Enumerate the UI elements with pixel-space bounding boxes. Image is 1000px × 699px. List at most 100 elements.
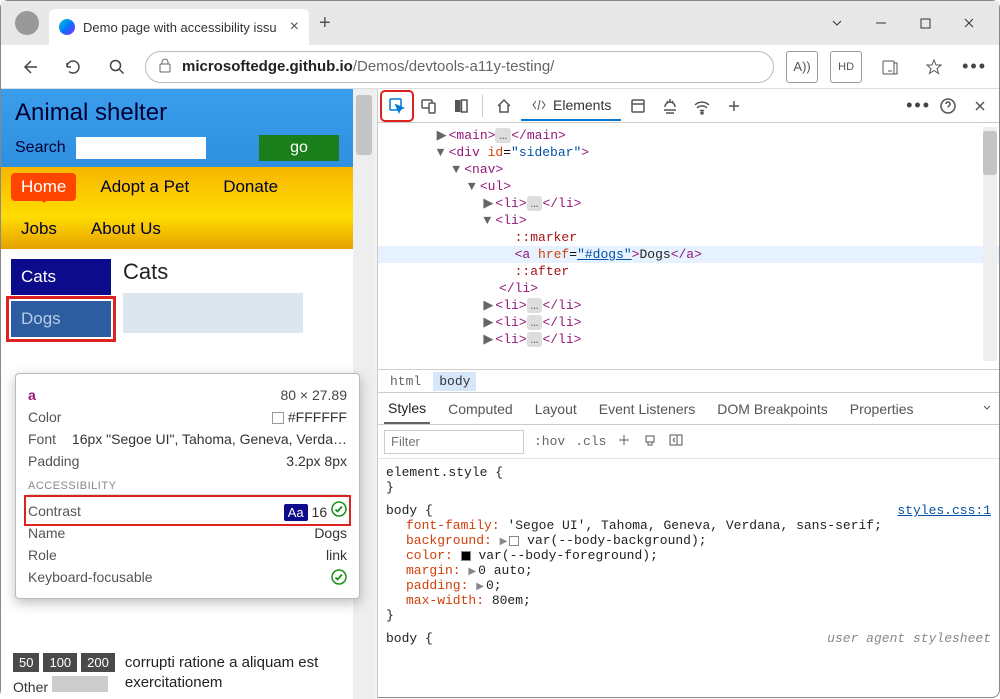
- refresh-button[interactable]: [57, 51, 89, 83]
- tooltip-section: ACCESSIBILITY: [28, 480, 347, 495]
- tooltip-role-value: link: [326, 547, 347, 563]
- chip-100[interactable]: 100: [43, 653, 77, 672]
- cls-toggle[interactable]: .cls: [575, 434, 606, 449]
- tooltip-font-value: 16px "Segoe UI", Tahoma, Geneva, Verda…: [72, 431, 347, 447]
- settings-menu-icon[interactable]: •••: [962, 56, 987, 77]
- styles-tabs: Styles Computed Layout Event Listeners D…: [378, 393, 999, 425]
- welcome-button[interactable]: [446, 92, 476, 120]
- breadcrumb: html body: [378, 369, 999, 393]
- close-tab-icon[interactable]: ×: [290, 18, 299, 36]
- crumb-html[interactable]: html: [384, 372, 427, 391]
- tooltip-font-label: Font: [28, 431, 56, 447]
- sidebar-nav: Cats Dogs: [11, 259, 111, 343]
- devtools-toolbar: Elements •••: [378, 89, 999, 123]
- tooltip-color-value: #FFFFFF: [272, 409, 347, 425]
- lorem-text: corrupti ratione a aliquam est exercitat…: [125, 653, 365, 692]
- window-titlebar: Demo page with accessibility issu × +: [1, 1, 999, 45]
- brush-icon[interactable]: [642, 432, 658, 451]
- tooltip-color-label: Color: [28, 409, 61, 425]
- tab-event-listeners[interactable]: Event Listeners: [595, 395, 700, 423]
- search-icon[interactable]: [101, 51, 133, 83]
- window-maximize-icon[interactable]: [903, 8, 947, 38]
- close-devtools-icon[interactable]: [965, 92, 995, 120]
- nav-home[interactable]: Home: [11, 173, 76, 201]
- window-minimize-icon[interactable]: [859, 8, 903, 38]
- crumb-body[interactable]: body: [433, 372, 476, 391]
- chip-200[interactable]: 200: [81, 653, 115, 672]
- sources-icon[interactable]: [655, 92, 685, 120]
- favorite-icon[interactable]: [918, 51, 950, 83]
- tab-dom-breakpoints[interactable]: DOM Breakpoints: [713, 395, 831, 423]
- window-close-icon[interactable]: [947, 8, 991, 38]
- hero-banner: Animal shelter Search go: [1, 89, 353, 167]
- tooltip-padding-value: 3.2px 8px: [286, 453, 347, 469]
- tooltip-name-label: Name: [28, 525, 65, 541]
- other-input[interactable]: [52, 676, 108, 692]
- go-button[interactable]: go: [259, 135, 339, 161]
- elements-tree[interactable]: ▶<main>…</main> ▼<div id="sidebar"> ▼<na…: [378, 123, 999, 369]
- content-heading: Cats: [123, 259, 303, 285]
- styles-toolbar: :hov .cls: [378, 425, 999, 459]
- nav-donate[interactable]: Donate: [213, 173, 288, 201]
- chevron-down-icon[interactable]: [981, 401, 993, 417]
- check-icon: [331, 569, 347, 585]
- main-nav: Home Adopt a Pet Donate Jobs About Us: [1, 167, 353, 249]
- tab-computed[interactable]: Computed: [444, 395, 517, 423]
- tab-styles[interactable]: Styles: [384, 394, 430, 424]
- collections-icon[interactable]: [874, 51, 906, 83]
- tooltip-contrast-label: Contrast: [28, 503, 81, 519]
- devtools-menu-icon[interactable]: •••: [906, 95, 931, 116]
- elements-scrollbar[interactable]: [983, 127, 997, 361]
- browser-tab[interactable]: Demo page with accessibility issu ×: [49, 9, 309, 45]
- styles-pane[interactable]: element.style { } styles.css:1body { fon…: [378, 459, 999, 699]
- tab-properties[interactable]: Properties: [846, 395, 918, 423]
- translate-icon[interactable]: HD: [830, 51, 862, 83]
- profile-avatar[interactable]: [15, 11, 39, 35]
- tooltip-kbd-label: Keyboard-focusable: [28, 569, 153, 585]
- filter-input[interactable]: [384, 430, 524, 454]
- url-field[interactable]: microsoftedge.github.io/Demos/devtools-a…: [145, 51, 774, 83]
- other-label: Other: [13, 679, 48, 695]
- inspect-element-button[interactable]: [382, 92, 412, 120]
- nav-jobs[interactable]: Jobs: [11, 215, 67, 243]
- read-aloud-icon[interactable]: A)): [786, 51, 818, 83]
- help-icon[interactable]: [933, 92, 963, 120]
- devtools: Elements ••• ▶<main>…</main> ▼<div id="s…: [377, 89, 999, 699]
- tooltip-dimensions: 80 × 27.89: [280, 387, 347, 403]
- tab-elements[interactable]: Elements: [521, 91, 621, 121]
- chevron-down-icon[interactable]: [815, 8, 859, 38]
- search-label: Search: [15, 139, 66, 157]
- donation-chips: 50 100 200 Other: [13, 653, 115, 695]
- tooltip-contrast-value: Aa 16: [284, 501, 347, 520]
- tab-layout[interactable]: Layout: [531, 395, 581, 423]
- hov-toggle[interactable]: :hov: [534, 434, 565, 449]
- tooltip-padding-label: Padding: [28, 453, 79, 469]
- new-style-button[interactable]: [616, 432, 632, 451]
- inspect-tooltip: a 80 × 27.89 Color #FFFFFF Font 16px "Sego…: [15, 373, 360, 599]
- address-bar: microsoftedge.github.io/Demos/devtools-a…: [1, 45, 999, 89]
- page-viewport: Animal shelter Search go Home Adopt a Pe…: [1, 89, 377, 699]
- toggle-sidebar-icon[interactable]: [668, 432, 684, 451]
- tab-title: Demo page with accessibility issu: [83, 20, 282, 35]
- back-button[interactable]: [13, 51, 45, 83]
- edge-icon: [59, 19, 75, 35]
- new-tab-button[interactable]: +: [319, 12, 331, 35]
- source-link[interactable]: styles.css:1: [897, 503, 991, 518]
- more-tabs-button[interactable]: [719, 92, 749, 120]
- sidebar-item-cats[interactable]: Cats: [11, 259, 111, 295]
- tooltip-role-label: Role: [28, 547, 57, 563]
- tooltip-tag: a: [28, 387, 36, 403]
- chip-50[interactable]: 50: [13, 653, 39, 672]
- page-title: Animal shelter: [15, 99, 339, 127]
- network-icon[interactable]: [687, 92, 717, 120]
- content-image: [123, 293, 303, 333]
- nav-adopt[interactable]: Adopt a Pet: [90, 173, 199, 201]
- app-icon[interactable]: [623, 92, 653, 120]
- home-icon[interactable]: [489, 92, 519, 120]
- tooltip-name-value: Dogs: [314, 525, 347, 541]
- sidebar-item-dogs[interactable]: Dogs: [11, 301, 111, 337]
- search-input[interactable]: [76, 137, 206, 159]
- device-emulation-button[interactable]: [414, 92, 444, 120]
- check-icon: [331, 501, 347, 517]
- nav-about[interactable]: About Us: [81, 215, 171, 243]
